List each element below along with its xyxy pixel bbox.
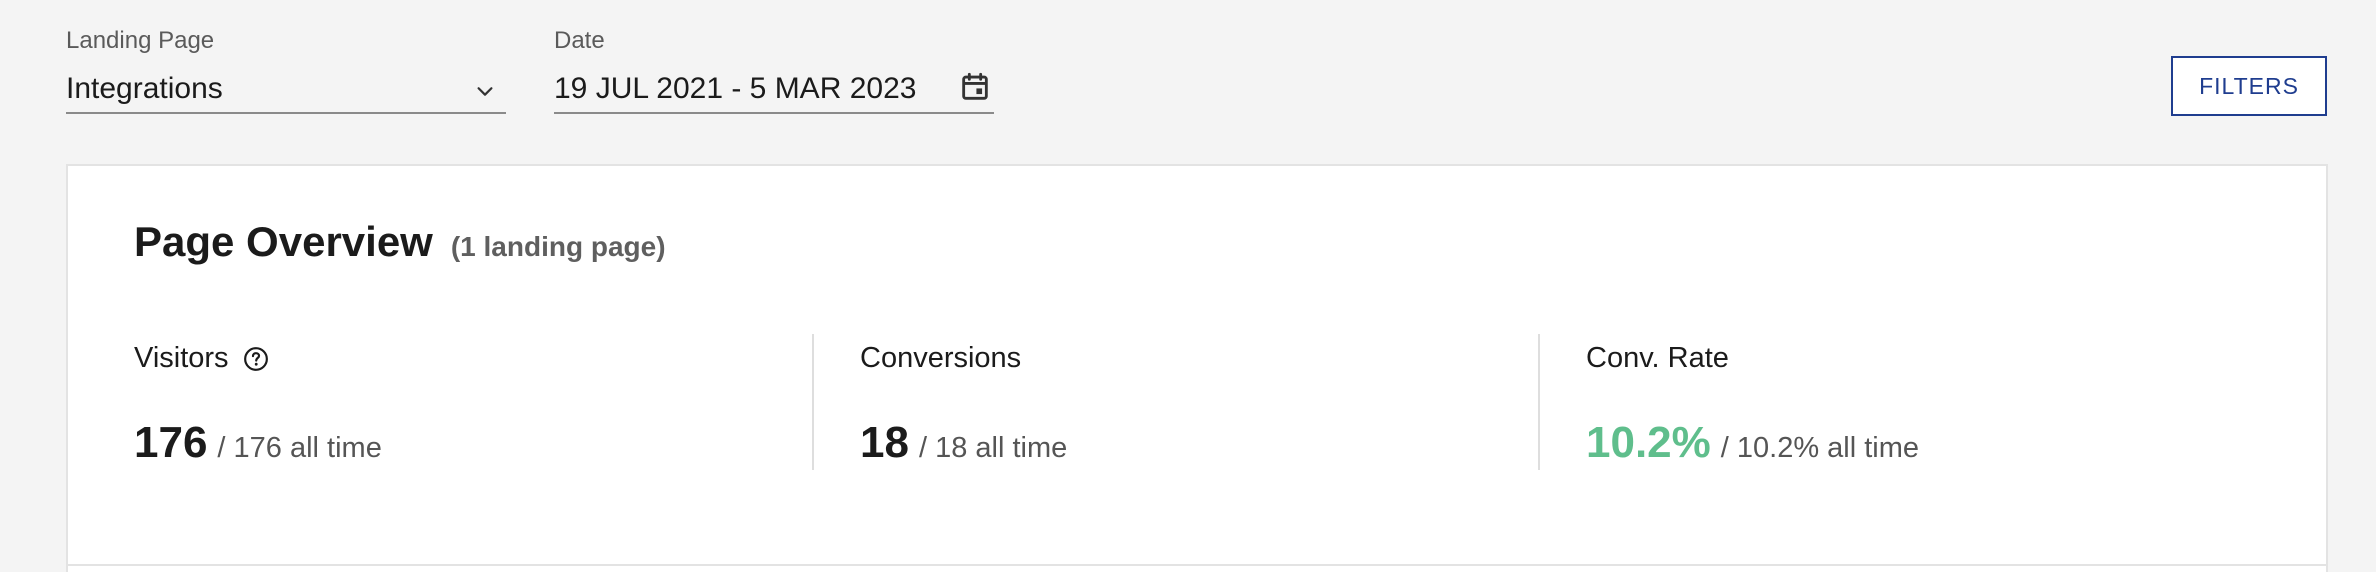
page-overview-title: Page Overview [134,218,433,265]
visitors-label: Visitors [134,342,229,374]
conversions-value: 18 [860,418,909,467]
calendar-icon[interactable] [958,70,992,104]
conversion-rate-all-time: / 10.2% all time [1720,432,1920,464]
metric-divider [1538,334,1540,470]
metric-label-container: Conversions [860,342,1021,375]
visitors-value: 176 [134,418,208,467]
metric-visitors: Visitors 176 / 176 all time [134,334,794,470]
metric-label-container: Conv. Rate [1586,342,1729,375]
page: Landing Page Integrations Date 19 JUL 20… [0,0,2376,572]
landing-page-value: Integrations [66,72,223,105]
metric-divider [812,334,814,470]
help-icon[interactable] [243,346,269,372]
landing-page-select[interactable]: Integrations [66,66,506,114]
conversion-rate-label: Conv. Rate [1586,342,1729,374]
conversions-all-time: / 18 all time [918,432,1068,464]
metric-conversions: Conversions 18 / 18 all time [860,334,1520,470]
conversions-values: 18 / 18 all time [860,418,1067,468]
conversion-rate-values: 10.2% / 10.2% all time [1586,418,1919,468]
visitors-values: 176 / 176 all time [134,418,382,468]
date-label: Date [554,27,605,54]
metric-conversion-rate: Conv. Rate 10.2% / 10.2% all time [1586,334,2246,470]
card-title: Page Overview (1 landing page) [134,218,666,266]
date-range-input[interactable]: 19 JUL 2021 - 5 MAR 2023 [554,66,994,114]
landing-page-field: Landing Page Integrations [66,26,506,114]
chevron-down-icon[interactable] [474,80,496,102]
conversion-rate-value: 10.2% [1586,418,1711,467]
filters-button[interactable]: FILTERS [2171,56,2327,116]
metric-label-container: Visitors [134,342,269,375]
landing-page-label: Landing Page [66,27,215,54]
date-field: Date 19 JUL 2021 - 5 MAR 2023 [554,26,994,114]
date-range-value: 19 JUL 2021 - 5 MAR 2023 [554,72,917,105]
visitors-all-time: / 176 all time [217,432,382,464]
page-overview-card: Page Overview (1 landing page) Visitors … [66,164,2328,572]
landing-page-count: (1 landing page) [450,231,666,262]
card-section-divider [68,564,2326,566]
conversions-label: Conversions [860,342,1022,374]
